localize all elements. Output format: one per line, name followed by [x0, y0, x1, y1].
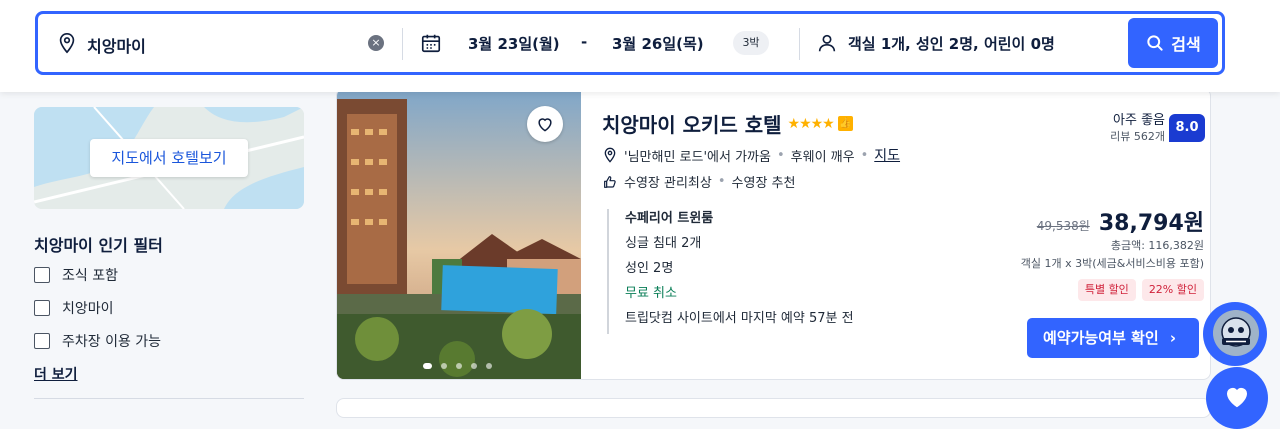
- divider: [402, 28, 403, 60]
- rating-text: 아주 좋음 리뷰 562개: [1107, 109, 1165, 144]
- date-separator: -: [581, 33, 588, 51]
- location-pin-icon: [604, 147, 616, 163]
- mascot-avatar-icon: [1213, 310, 1259, 356]
- amenity-text: 수영장 추천: [731, 176, 796, 191]
- search-bar: 치앙마이 × 3월 23일(월) - 3월 26일(목) 3박 객실 1개, 성…: [35, 11, 1225, 75]
- search-header: 치앙마이 × 3월 23일(월) - 3월 26일(목) 3박 객실 1개, 성…: [0, 0, 1280, 92]
- search-button[interactable]: 검색: [1128, 18, 1218, 68]
- area-tag: 후웨이 깨우: [790, 149, 855, 165]
- favorites-fab[interactable]: [1206, 367, 1268, 429]
- carousel-dot[interactable]: [456, 363, 462, 369]
- search-icon: [1147, 35, 1163, 51]
- original-price: 49,538원: [1036, 219, 1090, 233]
- filter-parking[interactable]: 주차장 이용 가능: [34, 330, 161, 352]
- room-name: 수페리어 트윈룸: [625, 211, 714, 226]
- total-price: 총금액: 116,382원: [1110, 239, 1204, 252]
- calendar-icon: [421, 34, 441, 53]
- checkbox[interactable]: [34, 333, 50, 349]
- filter-title: 치앙마이 인기 필터: [34, 236, 163, 255]
- filter-label: 조식 포함: [62, 268, 118, 284]
- review-count[interactable]: 리뷰 562개: [1107, 128, 1165, 144]
- filter-chiangmai[interactable]: 치앙마이: [34, 297, 114, 319]
- thumbs-up-badge-icon: 👍: [837, 116, 853, 131]
- location-line: '님만해민 로드'에서 가까움 • 후웨이 깨우 • 지도: [602, 145, 900, 165]
- clear-icon[interactable]: ×: [368, 35, 384, 51]
- hotel-name-row: 치앙마이 오키드 호텔 ★★★★ 👍: [602, 109, 853, 138]
- rating-label: 아주 좋음: [1113, 113, 1165, 128]
- divider: [34, 398, 304, 399]
- carousel-dot[interactable]: [471, 363, 477, 369]
- bed-type: 싱글 침대 2개: [625, 236, 702, 251]
- heart-icon: [538, 118, 552, 132]
- destination-field[interactable]: 치앙마이 ×: [38, 14, 403, 72]
- room-info: 수페리어 트윈룸 싱글 침대 2개 성인 2명 무료 취소 트립닷컴 사이트에서…: [607, 209, 854, 334]
- map-link[interactable]: 지도: [874, 145, 900, 165]
- review-score: 8.0: [1169, 114, 1205, 142]
- filter-label: 치앙마이: [62, 301, 114, 317]
- checkout-date[interactable]: 3월 26일(목): [612, 33, 704, 54]
- chevron-right-icon: ›: [1169, 329, 1177, 347]
- star-rating: ★★★★: [787, 115, 835, 132]
- discount-badges: 특별 할인 22% 할인: [1077, 279, 1204, 301]
- location-text: '님만해민 로드'에서 가까움: [624, 149, 771, 165]
- favorite-button[interactable]: [527, 106, 563, 142]
- amenity-text: 수영장 관리최상: [624, 176, 712, 191]
- check-availability-button[interactable]: 예약가능여부 확인 ›: [1027, 318, 1199, 358]
- amenity-line: 수영장 관리최상 • 수영장 추천: [602, 172, 795, 191]
- hotel-card[interactable]: 치앙마이 오키드 호텔 ★★★★ 👍 '님만해민 로드'에서 가까움 • 후웨이…: [336, 88, 1211, 380]
- next-hotel-card[interactable]: [336, 398, 1211, 418]
- view-on-map-button[interactable]: 지도에서 호텔보기: [90, 139, 248, 177]
- free-cancellation: 무료 취소: [625, 286, 677, 301]
- show-more-link[interactable]: 더 보기: [34, 364, 78, 384]
- occupancy: 성인 2명: [625, 261, 674, 276]
- discount-badge: 22% 할인: [1141, 279, 1204, 301]
- map-preview[interactable]: 지도에서 호텔보기: [34, 107, 304, 209]
- current-price: 38,794원: [1098, 211, 1204, 236]
- filter-label: 주차장 이용 가능: [62, 334, 162, 350]
- carousel-dots[interactable]: [423, 363, 492, 369]
- person-icon: [818, 34, 836, 52]
- location-pin-icon: [59, 33, 75, 54]
- thumbs-up-icon: [604, 175, 616, 188]
- mascot-chat-button[interactable]: [1203, 302, 1267, 366]
- special-deal-badge: 특별 할인: [1077, 279, 1136, 301]
- check-availability-label: 예약가능여부 확인: [1043, 329, 1159, 347]
- guests-value[interactable]: 객실 1개, 성인 2명, 어린이 0명: [848, 33, 1055, 54]
- checkbox[interactable]: [34, 267, 50, 283]
- destination-value[interactable]: 치앙마이: [87, 33, 146, 57]
- last-booked: 트립닷컴 사이트에서 마지막 예약 57분 전: [625, 311, 854, 326]
- checkin-date[interactable]: 3월 23일(월): [468, 33, 560, 54]
- separator-dot: •: [860, 147, 869, 163]
- carousel-dot[interactable]: [486, 363, 492, 369]
- search-button-label: 검색: [1171, 35, 1201, 54]
- room-nights-info: 객실 1개 x 3박(세금&서비스비용 포함): [1020, 257, 1204, 270]
- hotel-photo[interactable]: [337, 89, 581, 379]
- checkbox[interactable]: [34, 300, 50, 316]
- hotel-name[interactable]: 치앙마이 오키드 호텔: [602, 109, 782, 138]
- filter-breakfast[interactable]: 조식 포함: [34, 264, 118, 286]
- separator-dot: •: [776, 147, 785, 163]
- carousel-dot[interactable]: [441, 363, 447, 369]
- carousel-dot[interactable]: [423, 363, 432, 369]
- divider: [799, 28, 800, 60]
- separator-dot: •: [717, 174, 726, 189]
- heart-filled-icon: [1227, 387, 1247, 408]
- price-block: 49,538원 38,794원: [1037, 205, 1204, 237]
- nights-badge: 3박: [733, 31, 769, 55]
